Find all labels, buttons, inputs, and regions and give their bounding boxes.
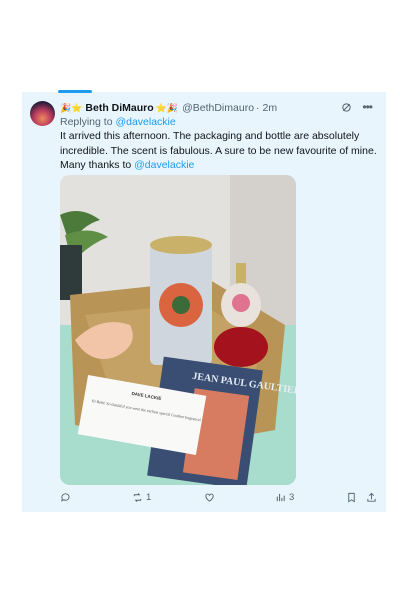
- post-text: It arrived this afternoon. The packaging…: [60, 129, 382, 173]
- header-icons: •••: [341, 100, 373, 114]
- tab-indicator: [58, 90, 92, 93]
- views-icon: [276, 493, 285, 502]
- post-header: 🎉⭐ Beth DiMauro ⭐🎉 @BethDimauro · 2m •••: [60, 100, 382, 116]
- plant-pot: [60, 245, 82, 300]
- replying-mention-link[interactable]: @davelackie: [115, 116, 175, 128]
- bottle-flower: [232, 294, 250, 312]
- tube-lid: [150, 236, 212, 254]
- bookmark-button[interactable]: [346, 492, 357, 503]
- user-handle[interactable]: @BethDimauro: [182, 102, 254, 114]
- repost-icon: [133, 493, 142, 502]
- post-mention-link[interactable]: @davelackie: [134, 159, 194, 171]
- avatar[interactable]: [30, 101, 55, 126]
- share-icon: [367, 492, 376, 502]
- post-text-body: It arrived this afternoon. The packaging…: [60, 130, 377, 171]
- bottle-cap: [236, 263, 246, 285]
- views-count: 3: [289, 492, 295, 503]
- tube-flower-center: [172, 296, 190, 314]
- like-icon: [205, 493, 214, 502]
- reply-button[interactable]: [60, 492, 74, 503]
- display-name[interactable]: Beth DiMauro: [85, 102, 153, 114]
- post-photo[interactable]: JEAN PAUL GAULTIER DAVE LACKIE Hi Beth! …: [60, 175, 296, 485]
- separator-dot: ·: [256, 102, 260, 114]
- grok-icon[interactable]: [341, 102, 352, 113]
- emoji-left: 🎉⭐: [60, 102, 83, 113]
- more-icon[interactable]: •••: [362, 100, 373, 114]
- share-button[interactable]: [366, 492, 377, 503]
- bottle-base: [214, 327, 268, 367]
- replying-prefix: Replying to: [60, 116, 116, 128]
- bookmark-icon: [348, 492, 355, 503]
- post-time[interactable]: 2m: [263, 102, 278, 114]
- repost-button[interactable]: 1: [132, 492, 151, 503]
- photo-illustration: JEAN PAUL GAULTIER DAVE LACKIE Hi Beth! …: [60, 175, 296, 485]
- emoji-right: ⭐🎉: [155, 102, 179, 113]
- like-button[interactable]: [204, 492, 218, 503]
- repost-count: 1: [146, 492, 152, 503]
- action-bar: 1 3: [60, 492, 382, 506]
- reply-icon: [61, 493, 70, 502]
- views-button[interactable]: 3: [275, 492, 294, 503]
- replying-to: Replying to @davelackie: [60, 116, 176, 128]
